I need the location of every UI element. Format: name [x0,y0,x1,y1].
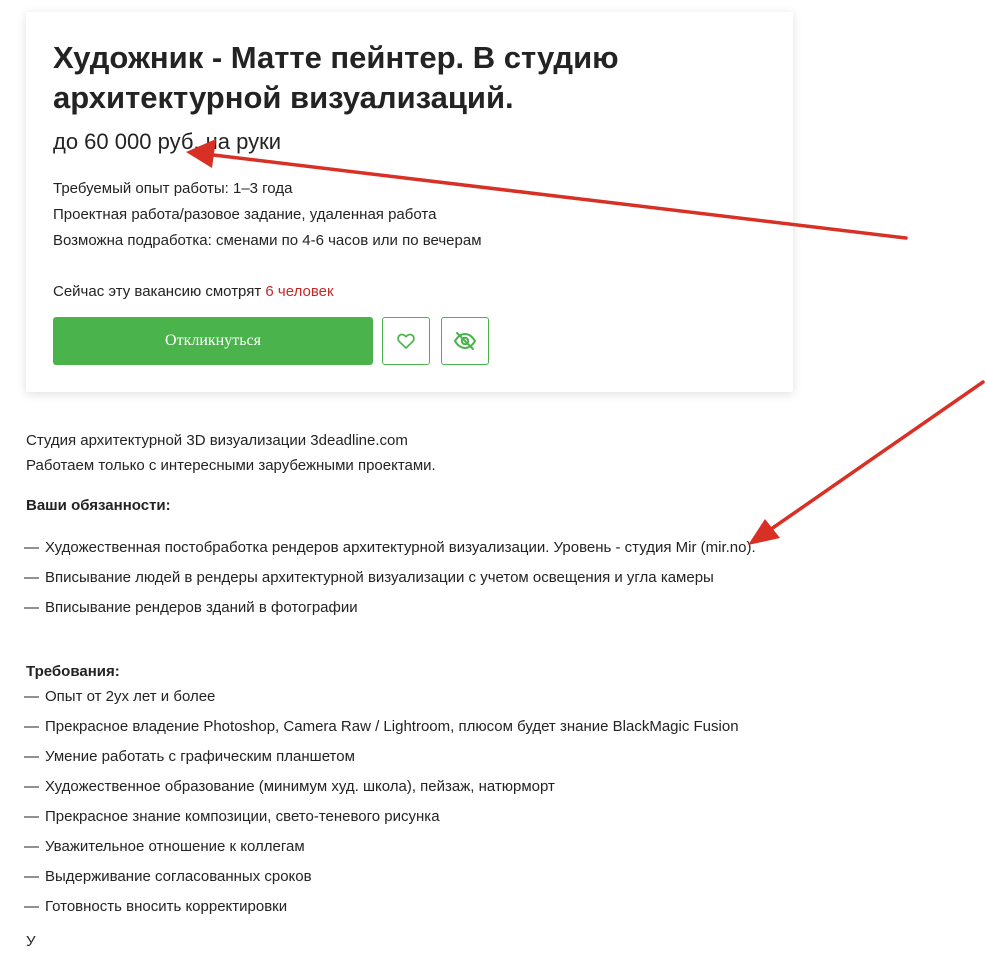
vacancy-details: Требуемый опыт работы: 1–3 года Проектна… [53,176,482,254]
viewers-count: 6 человек [265,283,334,300]
heart-icon [397,333,415,349]
intro-line: Студия архитектурной 3D визуализации 3de… [26,432,408,449]
list-item: — Вписывание людей в рендеры архитектурно… [24,565,814,590]
list-item: — Опыт от 2ух лет и более [24,682,814,712]
cut-off-text: У [26,933,36,950]
list-item: — Художественное образование (минимум худ… [24,772,814,802]
list-dash: — [24,539,39,556]
employment-type-text: Проектная работа/разовое задание, удален… [53,206,437,223]
list-dash: — [24,599,39,616]
experience-text: Требуемый опыт работы: 1–3 года [53,180,293,197]
list-dash: — [24,778,39,795]
list-item: — Художественная постобработка рендеров а… [24,535,814,560]
list-item: — Вписывание рендеров зданий в фотографии [24,595,814,620]
viewers-prefix: Сейчас эту вакансию смотрят [53,283,266,300]
list-dash: — [24,748,39,765]
list-dash: — [24,718,39,735]
list-item: — Прекрасное знание композиции, свето-тен… [24,802,814,832]
list-dash: — [24,688,39,705]
hide-vacancy-button[interactable] [441,317,489,365]
requirements-list: — Опыт от 2ух лет и более — Прекрасное вла… [24,682,814,922]
list-dash: — [24,868,39,885]
list-item: — Готовность вносить корректировки [24,892,814,922]
vacancy-card: Художник - Матте пейнтер. В студию архит… [26,12,793,392]
requirements-heading: Требования: [26,663,120,680]
list-dash: — [24,898,39,915]
duties-list: — Художественная постобработка рендеров а… [24,535,814,625]
duties-heading: Ваши обязанности: [26,497,171,514]
list-item: — Прекрасное владение Photoshop, Camera R… [24,712,814,742]
list-dash: — [24,808,39,825]
company-intro: Студия архитектурной 3D визуализации 3de… [26,428,806,478]
vacancy-title: Художник - Матте пейнтер. В студию архит… [53,40,619,115]
list-item: — Умение работать с графическим планшетом [24,742,814,772]
part-time-text: Возможна подработка: сменами по 4-6 часо… [53,232,482,249]
intro-line: Работаем только с интересными зарубежным… [26,457,436,474]
eye-crossed-icon [453,332,477,350]
favorite-button[interactable] [382,317,430,365]
respond-button[interactable]: Откликнуться [53,317,373,365]
list-dash: — [24,569,39,586]
viewers-info: Сейчас эту вакансию смотрят 6 человек [53,280,334,304]
salary: до 60 000 руб. на руки [53,129,282,154]
list-dash: — [24,838,39,855]
list-item: — Уважительное отношение к коллегам [24,832,814,862]
list-item: — Выдерживание согласованных сроков [24,862,814,892]
